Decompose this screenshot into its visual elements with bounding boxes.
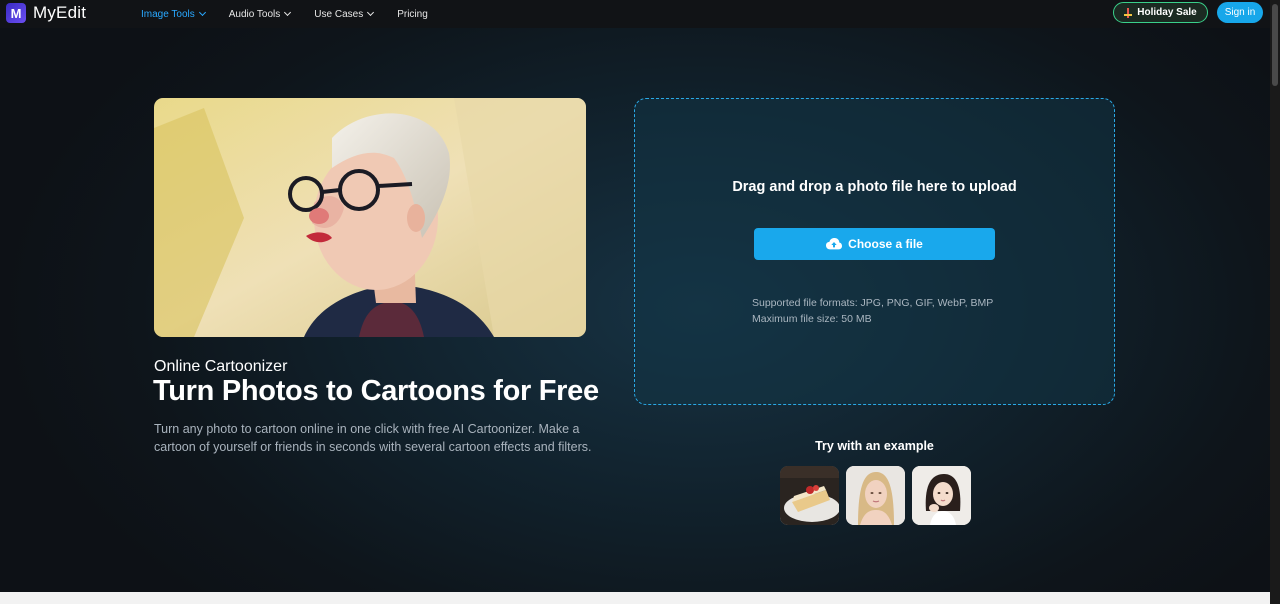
example-dark-hair-woman[interactable] bbox=[912, 466, 971, 525]
sign-in-button[interactable]: Sign in bbox=[1217, 2, 1263, 23]
chevron-down-icon bbox=[367, 8, 375, 17]
holiday-sale-button[interactable]: Holiday Sale bbox=[1113, 2, 1208, 23]
hero-eyebrow: Online Cartoonizer bbox=[154, 358, 288, 375]
main-menu: Image Tools Audio Tools Use Cases Pricin… bbox=[141, 0, 452, 28]
example-blonde-woman[interactable] bbox=[846, 466, 905, 525]
example-cake[interactable] bbox=[780, 466, 839, 525]
holiday-sale-label: Holiday Sale bbox=[1137, 7, 1197, 18]
chevron-down-icon bbox=[198, 8, 206, 17]
menu-label: Use Cases bbox=[314, 8, 364, 20]
menu-label: Pricing bbox=[397, 8, 428, 20]
chevron-down-icon bbox=[284, 8, 292, 17]
file-requirements: Supported file formats: JPG, PNG, GIF, W… bbox=[752, 295, 993, 327]
choose-file-label: Choose a file bbox=[848, 237, 923, 251]
cloud-upload-icon bbox=[826, 238, 843, 250]
top-nav: M MyEdit Image Tools Audio Tools Use Cas… bbox=[0, 0, 1270, 28]
main-section: Online Cartoonizer Turn Photos to Cartoo… bbox=[0, 28, 1270, 592]
try-example-label: Try with an example bbox=[815, 439, 934, 453]
cake-example-icon bbox=[780, 466, 839, 525]
scrollbar-thumb[interactable] bbox=[1272, 4, 1278, 86]
gift-icon bbox=[1124, 7, 1133, 18]
hero-description: Turn any photo to cartoon online in one … bbox=[154, 422, 592, 454]
menu-label: Audio Tools bbox=[228, 8, 281, 20]
menu-pricing[interactable]: Pricing bbox=[397, 9, 428, 20]
menu-image-tools[interactable]: Image Tools bbox=[141, 8, 206, 20]
dark-hair-woman-example-icon bbox=[912, 466, 971, 525]
scrollbar[interactable] bbox=[1270, 0, 1280, 604]
menu-label: Image Tools bbox=[141, 8, 195, 20]
menu-use-cases[interactable]: Use Cases bbox=[314, 8, 375, 20]
menu-audio-tools[interactable]: Audio Tools bbox=[228, 8, 292, 20]
upload-title: Drag and drop a photo file here to uploa… bbox=[732, 179, 1017, 195]
page-title: Turn Photos to Cartoons for Free bbox=[153, 375, 599, 407]
supported-formats-text: Supported file formats: JPG, PNG, GIF, W… bbox=[752, 297, 994, 309]
upload-dropzone[interactable]: Drag and drop a photo file here to uploa… bbox=[634, 98, 1115, 405]
logo[interactable]: M MyEdit bbox=[6, 3, 86, 23]
choose-file-button[interactable]: Choose a file bbox=[754, 228, 995, 260]
example-thumbnails bbox=[780, 466, 978, 525]
blonde-woman-example-icon bbox=[846, 466, 905, 525]
page-bottom-edge bbox=[0, 592, 1270, 604]
logo-text: MyEdit bbox=[33, 3, 87, 22]
logo-mark-icon: M bbox=[6, 3, 26, 23]
hero-image bbox=[154, 98, 586, 337]
max-size-text: Maximum file size: 50 MB bbox=[752, 313, 872, 325]
cartoonized-portrait-icon bbox=[154, 98, 586, 337]
